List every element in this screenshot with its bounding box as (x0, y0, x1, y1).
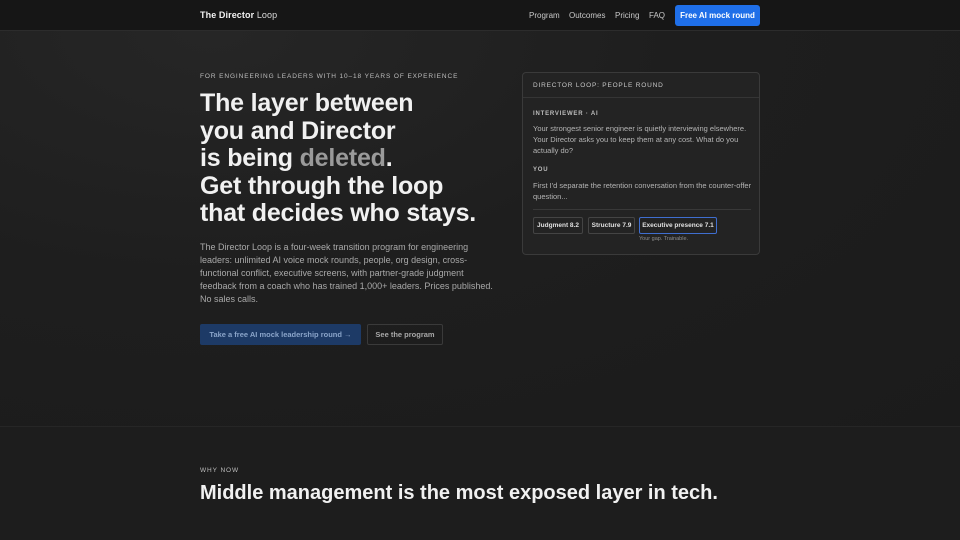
card-divider (533, 209, 751, 210)
headline-line-2: you and Director (200, 116, 396, 145)
brand-name: The Director (200, 10, 255, 20)
headline-line-3-start: is being (200, 144, 300, 172)
score-judgment: Judgment 8.2 (533, 217, 583, 234)
brand-suffix: Loop (256, 10, 278, 20)
headline-line-3: is being deleted. (200, 144, 520, 173)
why-now-section: WHY NOW Middle management is the most ex… (0, 427, 960, 540)
free-mock-round-button[interactable]: Free AI mock round (675, 5, 760, 26)
headline-line-4: Get through the loop (200, 171, 444, 200)
take-mock-round-button[interactable]: Take a free AI mock leadership round → (200, 324, 361, 345)
nav-link-program[interactable]: Program (529, 11, 560, 20)
interviewer-label: INTERVIEWER · AI (533, 111, 599, 117)
score-structure: Structure 7.9 (588, 217, 635, 234)
hero-description: The Director Loop is a four-week transit… (200, 242, 493, 304)
headline-line-1: The layer between (200, 89, 414, 117)
headline-line-3-end: . (385, 144, 393, 172)
you-label: YOU (533, 167, 549, 173)
top-nav: The Director Loop Program Outcomes Prici… (0, 0, 960, 31)
why-now-title: Middle management is the most exposed la… (200, 482, 718, 504)
hero-headline: The layer between you and Director is be… (200, 89, 520, 228)
hero-eyebrow: FOR ENGINEERING LEADERS WITH 10–18 YEARS… (200, 73, 459, 80)
interviewer-message: Your strongest senior engineer is quietl… (533, 124, 747, 155)
nav-link-pricing[interactable]: Pricing (615, 11, 639, 20)
card-title: DIRECTOR LOOP: PEOPLE ROUND (523, 73, 759, 98)
nav-link-faq[interactable]: FAQ (649, 11, 665, 20)
why-now-label: WHY NOW (200, 467, 240, 474)
score-executive-presence: Executive presence 7.1 (639, 217, 717, 234)
you-message: First I'd separate the retention convers… (533, 181, 752, 201)
headline-line-5: that decides who stays. (200, 199, 477, 227)
headline-emphasis: deleted (299, 144, 386, 172)
mock-round-card: DIRECTOR LOOP: PEOPLE ROUND INTERVIEWER … (522, 72, 760, 255)
see-program-button[interactable]: See the program (367, 324, 443, 345)
gap-note: Your gap. Trainable. (639, 236, 689, 242)
nav-link-outcomes[interactable]: Outcomes (569, 11, 605, 20)
brand-logo[interactable]: The Director Loop (200, 10, 277, 20)
